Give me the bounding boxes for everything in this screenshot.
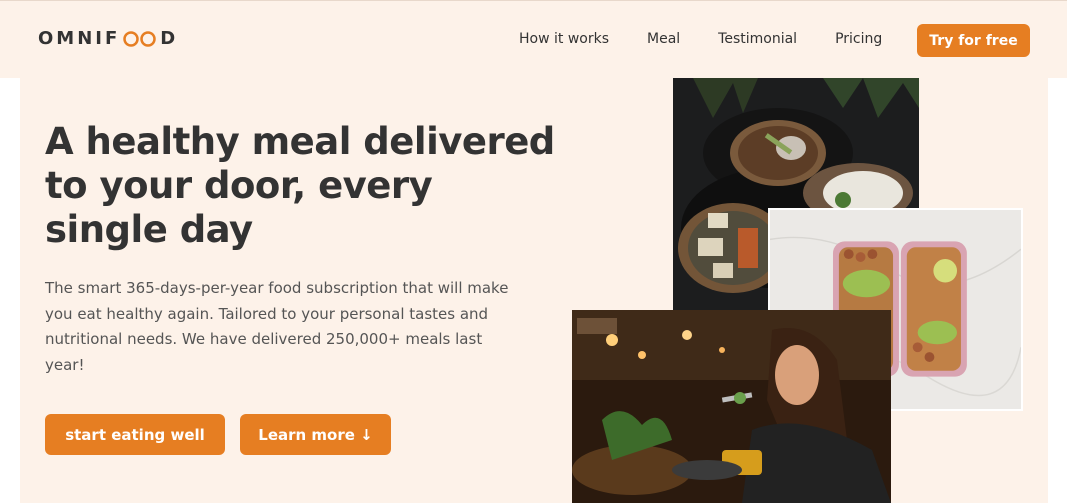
- main-nav: How it works Meal Testimonial Pricing: [519, 31, 920, 47]
- omnifood-infinity-logo-icon: [121, 30, 159, 48]
- hero-image-woman-eating: [572, 310, 891, 503]
- nav-link-pricing[interactable]: Pricing: [835, 31, 882, 47]
- nav-link-how-it-works[interactable]: How it works: [519, 31, 609, 47]
- learn-more-button[interactable]: Learn more ↓: [240, 414, 391, 455]
- hero-title: A healthy meal delivered to your door, e…: [45, 120, 555, 251]
- hero-description: The smart 365-days-per-year food subscri…: [45, 279, 509, 374]
- site-header: OMNIF D How it works Meal Testimonial Pr…: [0, 0, 1067, 78]
- logo-text-left: OMNIF: [38, 28, 121, 49]
- nav-link-testimonial[interactable]: Testimonial: [718, 31, 797, 47]
- start-eating-well-button[interactable]: start eating well: [45, 414, 225, 455]
- nav-link-meal[interactable]: Meal: [647, 31, 680, 47]
- omnifood-logo[interactable]: OMNIF D: [38, 28, 178, 49]
- try-for-free-button[interactable]: Try for free: [917, 24, 1030, 57]
- logo-text-right: D: [160, 28, 179, 49]
